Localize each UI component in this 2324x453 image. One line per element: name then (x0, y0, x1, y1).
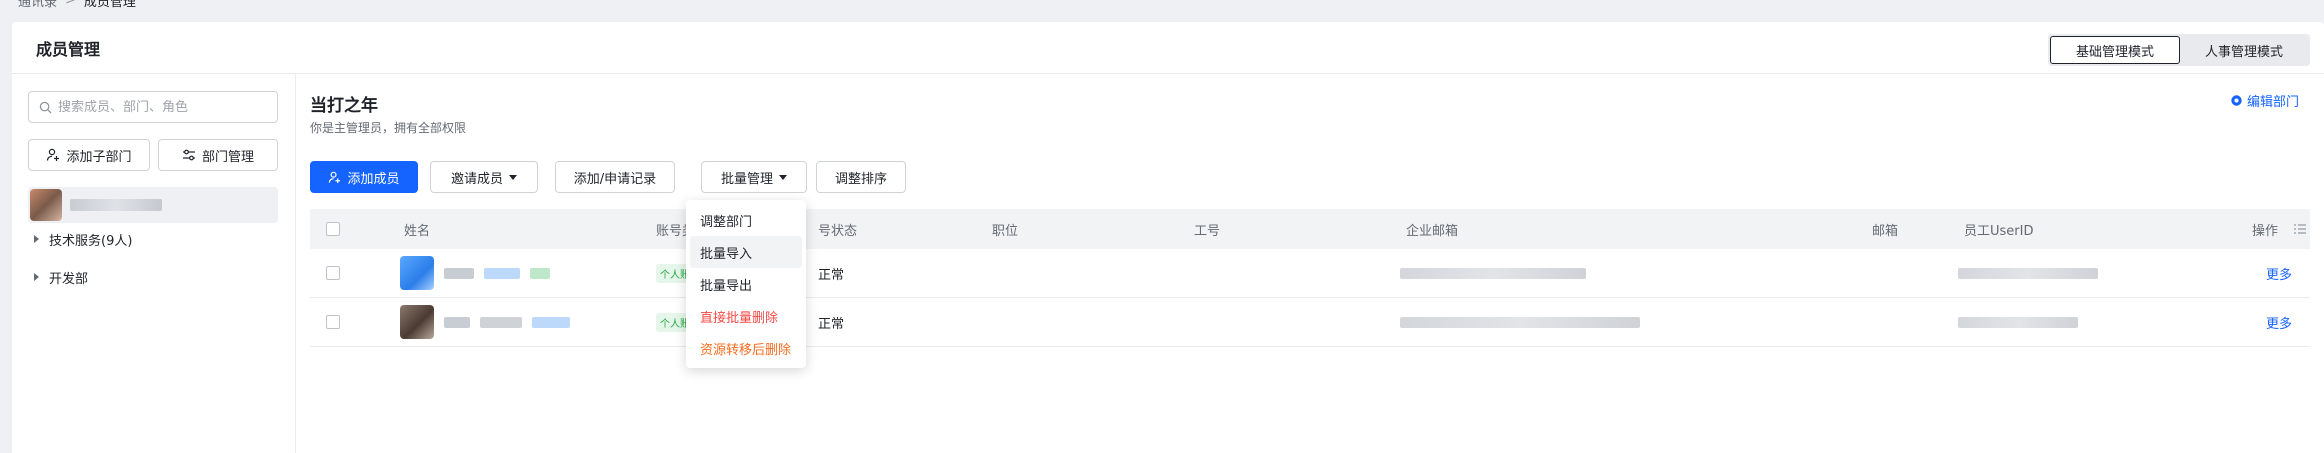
tree-item-label: 开发部 (49, 271, 89, 287)
select-all-cell (326, 209, 340, 249)
name-blurred (480, 316, 522, 328)
sliders-icon (182, 149, 195, 161)
page-title: 成员管理 (36, 39, 101, 59)
caret-down-icon (509, 174, 517, 180)
avatar (400, 305, 434, 339)
caret-right-icon[interactable] (34, 235, 39, 243)
add-member-button[interactable]: 添加成员 (310, 161, 418, 193)
add-user-icon (329, 171, 341, 183)
table-header: 姓名 账号类 号状态 职位 工号 企业邮箱 邮箱 员工UserID 操作 (310, 209, 2310, 249)
email-blurred (1400, 267, 1586, 279)
tree-item-tech-service[interactable]: 技术服务(9人) (34, 225, 132, 253)
adjust-order-button[interactable]: 调整排序 (816, 161, 906, 193)
breadcrumb-separator: > (65, 0, 76, 8)
org-subtitle: 你是主管理员，拥有全部权限 (310, 121, 467, 135)
column-header: 企业邮箱 (1406, 223, 1459, 239)
batch-manage-dropdown: 调整部门 批量导入 批量导出 直接批量删除 资源转移后删除 (686, 200, 806, 368)
menu-item-batch-import[interactable]: 批量导入 (690, 236, 802, 268)
org-name-blurred (70, 199, 162, 211)
breadcrumb-current: 成员管理 (83, 0, 136, 10)
column-header: 员工UserID (1964, 223, 2034, 239)
column-header: 号状态 (818, 223, 858, 239)
menu-item-adjust-dept[interactable]: 调整部门 (690, 204, 802, 236)
search-box[interactable] (28, 91, 278, 123)
column-header: 职位 (992, 223, 1019, 239)
invite-member-label: 邀请成员 (450, 171, 503, 187)
row-checkbox[interactable] (326, 315, 340, 329)
dept-manage-button[interactable]: 部门管理 (158, 139, 278, 171)
avatar (400, 256, 434, 290)
add-apply-record-button[interactable]: 添加/申请记录 (555, 161, 675, 193)
tree-root-org[interactable] (28, 187, 278, 223)
edit-dept-label: 编辑部门 (2247, 95, 2300, 110)
userid-blurred (1958, 316, 2078, 328)
column-header: 操作 (2252, 223, 2279, 239)
hr-mode-button[interactable]: 人事管理模式 (2180, 36, 2308, 64)
basic-mode-button[interactable]: 基础管理模式 (2050, 36, 2180, 64)
name-blurred (484, 267, 520, 279)
org-avatar (30, 189, 62, 221)
add-apply-record-label: 添加/申请记录 (573, 171, 657, 187)
tree-item-label: 技术服务(9人) (49, 233, 133, 249)
userid-blurred (1958, 267, 2098, 279)
menu-item-batch-export[interactable]: 批量导出 (690, 268, 802, 300)
add-member-label: 添加成员 (347, 171, 400, 187)
column-settings-icon[interactable] (2294, 209, 2306, 249)
mode-switch: 基础管理模式 人事管理模式 (2048, 34, 2310, 66)
breadcrumb: 通讯录 > 成员管理 (18, 0, 136, 10)
search-icon (39, 101, 52, 114)
email-blurred (1400, 316, 1640, 328)
menu-item-transfer-then-delete[interactable]: 资源转移后删除 (690, 332, 802, 364)
more-link[interactable]: 更多 (2266, 249, 2292, 297)
table-row[interactable]: 个人账号 正常 更多 (310, 298, 2310, 347)
breadcrumb-parent[interactable]: 通讯录 (18, 0, 57, 10)
member-name-cell[interactable] (400, 249, 550, 297)
edit-dept-link[interactable]: 编辑部门 (2230, 91, 2299, 110)
caret-right-icon[interactable] (34, 273, 39, 281)
member-management-panel: 成员管理 基础管理模式 人事管理模式 添加子部门 部门管理 技术服务(9人) (12, 22, 2324, 453)
batch-manage-button[interactable]: 批量管理 (701, 161, 807, 193)
member-table: 姓名 账号类 号状态 职位 工号 企业邮箱 邮箱 员工UserID 操作 个人账… (310, 209, 2310, 347)
add-sub-dept-label: 添加子部门 (66, 149, 132, 165)
name-blurred (444, 267, 474, 279)
name-blurred (444, 316, 470, 328)
invite-member-button[interactable]: 邀请成员 (430, 161, 538, 193)
batch-manage-label: 批量管理 (720, 171, 773, 187)
sidebar: 添加子部门 部门管理 技术服务(9人) 开发部 (12, 75, 296, 453)
account-status: 正常 (818, 267, 845, 283)
column-header: 邮箱 (1872, 223, 1899, 239)
add-dept-icon (47, 148, 60, 161)
menu-item-direct-batch-delete[interactable]: 直接批量删除 (690, 300, 802, 332)
panel-header: 成员管理 基础管理模式 人事管理模式 (12, 22, 2324, 74)
column-header: 工号 (1194, 223, 1221, 239)
account-status: 正常 (818, 316, 845, 332)
column-header: 姓名 (404, 223, 431, 239)
add-sub-dept-button[interactable]: 添加子部门 (28, 139, 150, 171)
row-checkbox[interactable] (326, 266, 340, 280)
org-title: 当打之年 (310, 96, 378, 116)
tree-item-dev-dept[interactable]: 开发部 (34, 263, 88, 291)
table-row[interactable]: 个人账号 正常 更多 (310, 249, 2310, 298)
member-name-cell[interactable] (400, 298, 570, 346)
adjust-order-label: 调整排序 (834, 171, 887, 187)
select-all-checkbox[interactable] (326, 222, 340, 236)
caret-down-icon (779, 174, 787, 180)
gear-icon (2231, 95, 2242, 106)
more-link[interactable]: 更多 (2266, 298, 2292, 346)
name-blurred (532, 316, 570, 328)
search-input[interactable] (58, 99, 268, 115)
name-blurred (530, 267, 550, 279)
dept-manage-label: 部门管理 (201, 149, 254, 165)
